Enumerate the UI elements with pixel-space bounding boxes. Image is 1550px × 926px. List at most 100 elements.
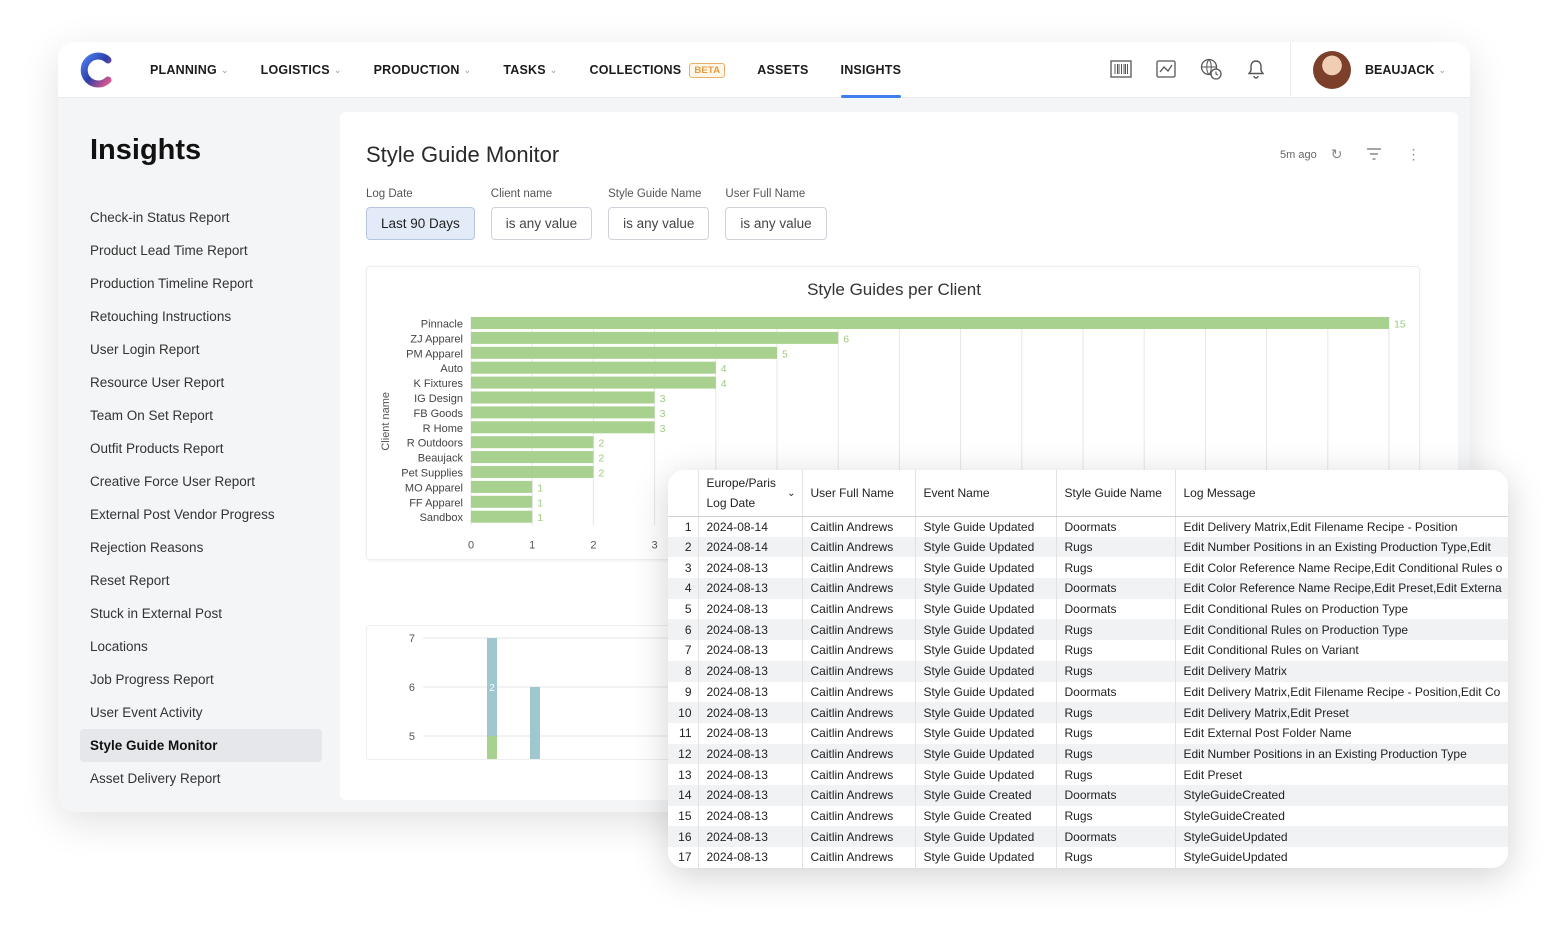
bar-ig-design[interactable] <box>471 391 655 404</box>
table-row[interactable]: 2 2024-08-14 Caitlin Andrews Style Guide Up… <box>668 536 1508 558</box>
table-row[interactable]: 10 2024-08-13 Caitlin Andrews Style Guide U… <box>668 702 1508 723</box>
sidebar-item-production-timeline-report[interactable]: Production Timeline Report <box>80 267 322 300</box>
bar-r-outdoors[interactable] <box>471 436 594 449</box>
table-row[interactable]: 9 2024-08-13 Caitlin Andrews Style Guide Up… <box>668 681 1508 703</box>
x-tick-label: 2 <box>590 540 596 552</box>
chart-window-icon[interactable] <box>1153 56 1179 82</box>
sidebar-item-team-on-set-report[interactable]: Team On Set Report <box>80 399 322 432</box>
event-name-cell: Style Guide Updated <box>915 681 1057 703</box>
table-row[interactable]: 16 2024-08-13 Caitlin Andrews Style Guide U… <box>668 826 1508 847</box>
nav-item-production[interactable]: PRODUCTION ⌄ <box>374 42 472 98</box>
user-menu[interactable]: BEAUJACK ⌄ <box>1290 42 1446 98</box>
sidebar-item-user-login-report[interactable]: User Login Report <box>80 333 322 366</box>
bell-icon[interactable] <box>1243 56 1269 82</box>
user-full-name-cell: Caitlin Andrews <box>802 660 916 682</box>
nav-item-label: PRODUCTION <box>373 63 460 77</box>
table-row[interactable]: 11 2024-08-13 Caitlin Andrews Style Guide U… <box>668 722 1508 744</box>
bar-fb-goods[interactable] <box>471 406 655 419</box>
nav-item-insights[interactable]: INSIGHTS <box>840 42 902 98</box>
style-guide-name-cell: Rugs <box>1056 722 1176 744</box>
nav-item-tasks[interactable]: TASKS ⌄ <box>503 42 557 98</box>
sidebar-item-check-in-status-report[interactable]: Check-in Status Report <box>80 201 322 234</box>
log-date-cell: 2024-08-13 <box>698 847 803 868</box>
sidebar-item-user-event-activity[interactable]: User Event Activity <box>80 696 322 729</box>
log-date-cell: 2024-08-13 <box>698 578 803 599</box>
filter-value-button[interactable]: is any value <box>725 207 827 240</box>
insights-sidebar: Insights Check-in Status Report Product L… <box>80 112 330 795</box>
sidebar-item-style-guide-monitor[interactable]: Style Guide Monitor <box>80 729 322 762</box>
stacked-bar-segment[interactable] <box>487 736 497 760</box>
table-row[interactable]: 14 2024-08-13 Caitlin Andrews Style Guide C… <box>668 784 1508 806</box>
bar-pm-apparel[interactable] <box>471 346 777 359</box>
row-number: 7 <box>668 640 699 661</box>
bar-pinnacle[interactable] <box>471 317 1389 329</box>
table-row[interactable]: 17 2024-08-13 Caitlin Andrews Style Guide U… <box>668 847 1508 868</box>
table-row[interactable]: 6 2024-08-13 Caitlin Andrews Style Guide Up… <box>668 619 1508 641</box>
nav-item-logistics[interactable]: LOGISTICS ⌄ <box>261 42 342 98</box>
creative-force-logo-icon[interactable] <box>78 52 114 88</box>
nav-item-assets[interactable]: ASSETS <box>757 42 808 98</box>
stacked-bar-segment[interactable] <box>530 687 540 760</box>
sidebar-item-retouching-instructions[interactable]: Retouching Instructions <box>80 300 322 333</box>
table-row[interactable]: 8 2024-08-13 Caitlin Andrews Style Guide Up… <box>668 660 1508 682</box>
table-row[interactable]: 15 2024-08-13 Caitlin Andrews Style Guide C… <box>668 805 1508 827</box>
avatar[interactable] <box>1313 51 1351 89</box>
sidebar-item-job-progress-report[interactable]: Job Progress Report <box>80 663 322 696</box>
log-message-header[interactable]: Log Message <box>1175 470 1508 517</box>
log-message-cell: Edit External Post Folder Name <box>1175 722 1508 744</box>
table-row[interactable]: 5 2024-08-13 Caitlin Andrews Style Guide Up… <box>668 598 1508 620</box>
row-number: 13 <box>668 764 699 785</box>
filter-value-button[interactable]: is any value <box>490 207 593 240</box>
globe-clock-icon[interactable] <box>1198 56 1224 82</box>
nav-item-planning[interactable]: PLANNING ⌄ <box>150 42 229 98</box>
report-title: Style Guide Monitor <box>366 142 560 167</box>
table-row[interactable]: 1 2024-08-14 Caitlin Andrews Style Guide Up… <box>668 516 1508 537</box>
bar-zj-apparel[interactable] <box>471 331 839 344</box>
category-label: IG Design <box>414 393 463 405</box>
sidebar-item-rejection-reasons[interactable]: Rejection Reasons <box>80 531 322 564</box>
sort-chevron-icon[interactable]: ⌄ <box>787 484 795 504</box>
event-name-cell: Style Guide Updated <box>915 536 1057 558</box>
chart-title: Style Guides per Client <box>807 280 981 299</box>
bar-k-fixtures[interactable] <box>471 376 716 389</box>
bar-r-home[interactable] <box>471 421 655 434</box>
table-row[interactable]: 3 2024-08-13 Caitlin Andrews Style Guide Up… <box>668 557 1508 579</box>
log-date-header[interactable]: Europe/Paris Log Date ⌄ <box>698 470 803 517</box>
style-guide-name-header[interactable]: Style Guide Name <box>1056 470 1176 517</box>
event-name-cell: Style Guide Updated <box>915 702 1057 723</box>
sidebar-item-external-post-vendor-progress[interactable]: External Post Vendor Progress <box>80 498 322 531</box>
style-guide-name-cell: Doormats <box>1056 578 1176 599</box>
bar-mo-apparel[interactable] <box>471 480 533 493</box>
sidebar-item-resource-user-report[interactable]: Resource User Report <box>80 366 322 399</box>
refresh-icon[interactable]: ↻ <box>1331 146 1343 163</box>
table-row[interactable]: 7 2024-08-13 Caitlin Andrews Style Guide Up… <box>668 640 1508 661</box>
bar-ff-apparel[interactable] <box>471 495 533 508</box>
sidebar-item-product-lead-time-report[interactable]: Product Lead Time Report <box>80 234 322 267</box>
barcode-icon[interactable] <box>1108 56 1134 82</box>
table-row[interactable]: 13 2024-08-13 Caitlin Andrews Style Guide U… <box>668 764 1508 785</box>
nav-item-collections[interactable]: COLLECTIONS BETA <box>590 42 726 98</box>
sidebar-item-asset-delivery-report[interactable]: Asset Delivery Report <box>80 762 322 795</box>
style-guide-name-cell: Rugs <box>1056 764 1176 785</box>
sidebar-item-stuck-in-external-post[interactable]: Stuck in External Post <box>80 597 322 630</box>
bar-beaujack[interactable] <box>471 451 594 464</box>
filter-value-button[interactable]: is any value <box>608 207 710 240</box>
style-guide-name-cell: Rugs <box>1056 702 1176 723</box>
sidebar-item-outfit-products-report[interactable]: Outfit Products Report <box>80 432 322 465</box>
bar-auto[interactable] <box>471 361 716 374</box>
user-full-name-header[interactable]: User Full Name <box>802 470 916 517</box>
data-label: 4 <box>721 363 727 375</box>
user-full-name-cell: Caitlin Andrews <box>802 826 916 847</box>
data-label: 1 <box>537 497 543 509</box>
sidebar-item-reset-report[interactable]: Reset Report <box>80 564 322 597</box>
bar-sandbox[interactable] <box>471 510 533 523</box>
filter-value-button[interactable]: Last 90 Days <box>366 207 475 240</box>
table-row[interactable]: 4 2024-08-13 Caitlin Andrews Style Guide Up… <box>668 578 1508 599</box>
table-row[interactable]: 12 2024-08-13 Caitlin Andrews Style Guide U… <box>668 743 1508 765</box>
more-options-icon[interactable]: ⋮ <box>1406 146 1420 163</box>
filter-icon[interactable] <box>1366 147 1382 163</box>
bar-pet-supplies[interactable] <box>471 466 594 478</box>
sidebar-item-creative-force-user-report[interactable]: Creative Force User Report <box>80 465 322 498</box>
event-name-header[interactable]: Event Name <box>915 470 1057 517</box>
sidebar-item-locations[interactable]: Locations <box>80 630 322 663</box>
